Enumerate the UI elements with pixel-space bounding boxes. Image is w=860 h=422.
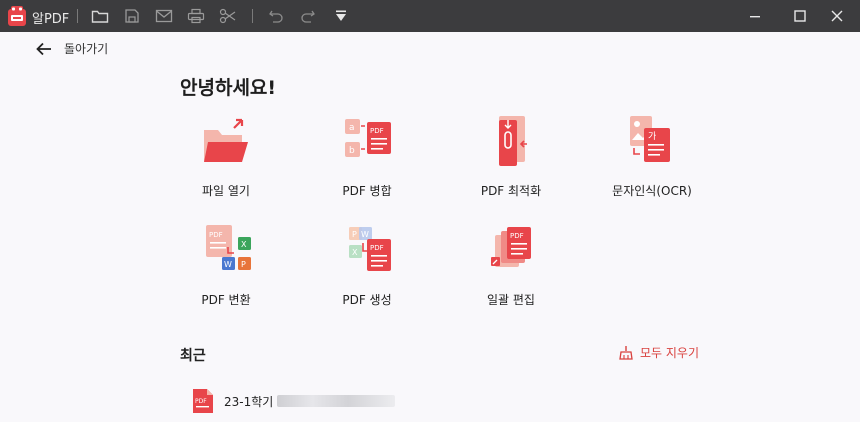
tile-label: 문자인식(OCR) — [612, 184, 692, 198]
broom-icon — [619, 345, 633, 360]
svg-text:W: W — [361, 230, 369, 239]
redo-icon[interactable] — [298, 6, 318, 26]
app-name: 알PDF — [32, 12, 70, 27]
svg-text:PDF: PDF — [370, 127, 384, 135]
svg-text:PDF: PDF — [195, 398, 207, 405]
alpdf-logo-icon — [8, 6, 26, 26]
recent-file-name: 23-1학기 — [224, 394, 274, 409]
svg-text:X: X — [241, 240, 247, 249]
svg-text:PDF: PDF — [510, 232, 524, 240]
create-pdf-tile[interactable]: P W X PDF PDF 생성 — [302, 225, 432, 315]
pdf-file-icon: PDF — [193, 389, 213, 413]
mail-icon[interactable] — [154, 6, 174, 26]
clear-all-button[interactable]: 모두 지우기 — [618, 344, 699, 361]
merge-pdf-icon: a b PDF — [345, 119, 391, 157]
compress-pdf-icon — [499, 116, 527, 166]
scissors-icon[interactable] — [218, 6, 238, 26]
tile-label: PDF 변환 — [201, 293, 251, 307]
tile-label: PDF 생성 — [342, 293, 392, 307]
tile-label: 일괄 편집 — [487, 293, 535, 307]
back-label: 돌아가기 — [64, 42, 109, 56]
svg-text:W: W — [224, 260, 232, 269]
open-file-tile[interactable]: 파일 열기 — [161, 116, 291, 206]
svg-text:b: b — [349, 146, 355, 156]
back-button[interactable]: 돌아가기 — [36, 40, 108, 57]
close-icon[interactable] — [814, 0, 860, 32]
ocr-icon: 가 — [630, 116, 670, 162]
svg-text:a: a — [349, 123, 355, 133]
merge-pdf-tile[interactable]: a b PDF PDF 병합 — [302, 116, 432, 206]
optimize-pdf-tile[interactable]: PDF 최적화 — [446, 116, 576, 206]
recent-file-item[interactable]: PDF 23-1학기 — [192, 388, 396, 414]
open-folder-icon — [204, 118, 248, 162]
svg-text:가: 가 — [648, 131, 656, 142]
ocr-tile[interactable]: 가 문자인식(OCR) — [587, 116, 717, 206]
batch-edit-icon: PDF — [491, 227, 531, 267]
recent-section-title: 최근 — [180, 348, 206, 364]
tile-label: PDF 병합 — [342, 184, 392, 198]
page-title: 안녕하세요! — [180, 77, 277, 99]
toolbar-separator — [252, 9, 253, 23]
redacted-filename — [277, 395, 396, 407]
undo-icon[interactable] — [266, 6, 286, 26]
toolbar-separator — [77, 9, 78, 23]
svg-text:X: X — [352, 248, 358, 257]
arrow-left-icon — [36, 42, 51, 55]
save-icon[interactable] — [122, 6, 142, 26]
folder-icon[interactable] — [90, 6, 110, 26]
clear-all-label: 모두 지우기 — [640, 346, 700, 360]
minimize-icon[interactable] — [732, 0, 778, 32]
dropdown-menu-icon[interactable] — [331, 6, 351, 26]
convert-pdf-icon: PDF X W P — [206, 225, 251, 270]
tile-label: 파일 열기 — [202, 184, 250, 198]
svg-text:P: P — [352, 230, 357, 239]
svg-text:PDF: PDF — [370, 244, 384, 252]
svg-text:PDF: PDF — [209, 231, 223, 239]
convert-pdf-tile[interactable]: PDF X W P PDF 변환 — [161, 225, 291, 315]
svg-text:P: P — [241, 260, 246, 269]
print-icon[interactable] — [186, 6, 206, 26]
batch-edit-tile[interactable]: PDF 일괄 편집 — [446, 225, 576, 315]
tile-label: PDF 최적화 — [480, 184, 542, 198]
create-pdf-icon: P W X PDF — [349, 227, 391, 271]
title-bar: 알PDF — [0, 0, 860, 32]
